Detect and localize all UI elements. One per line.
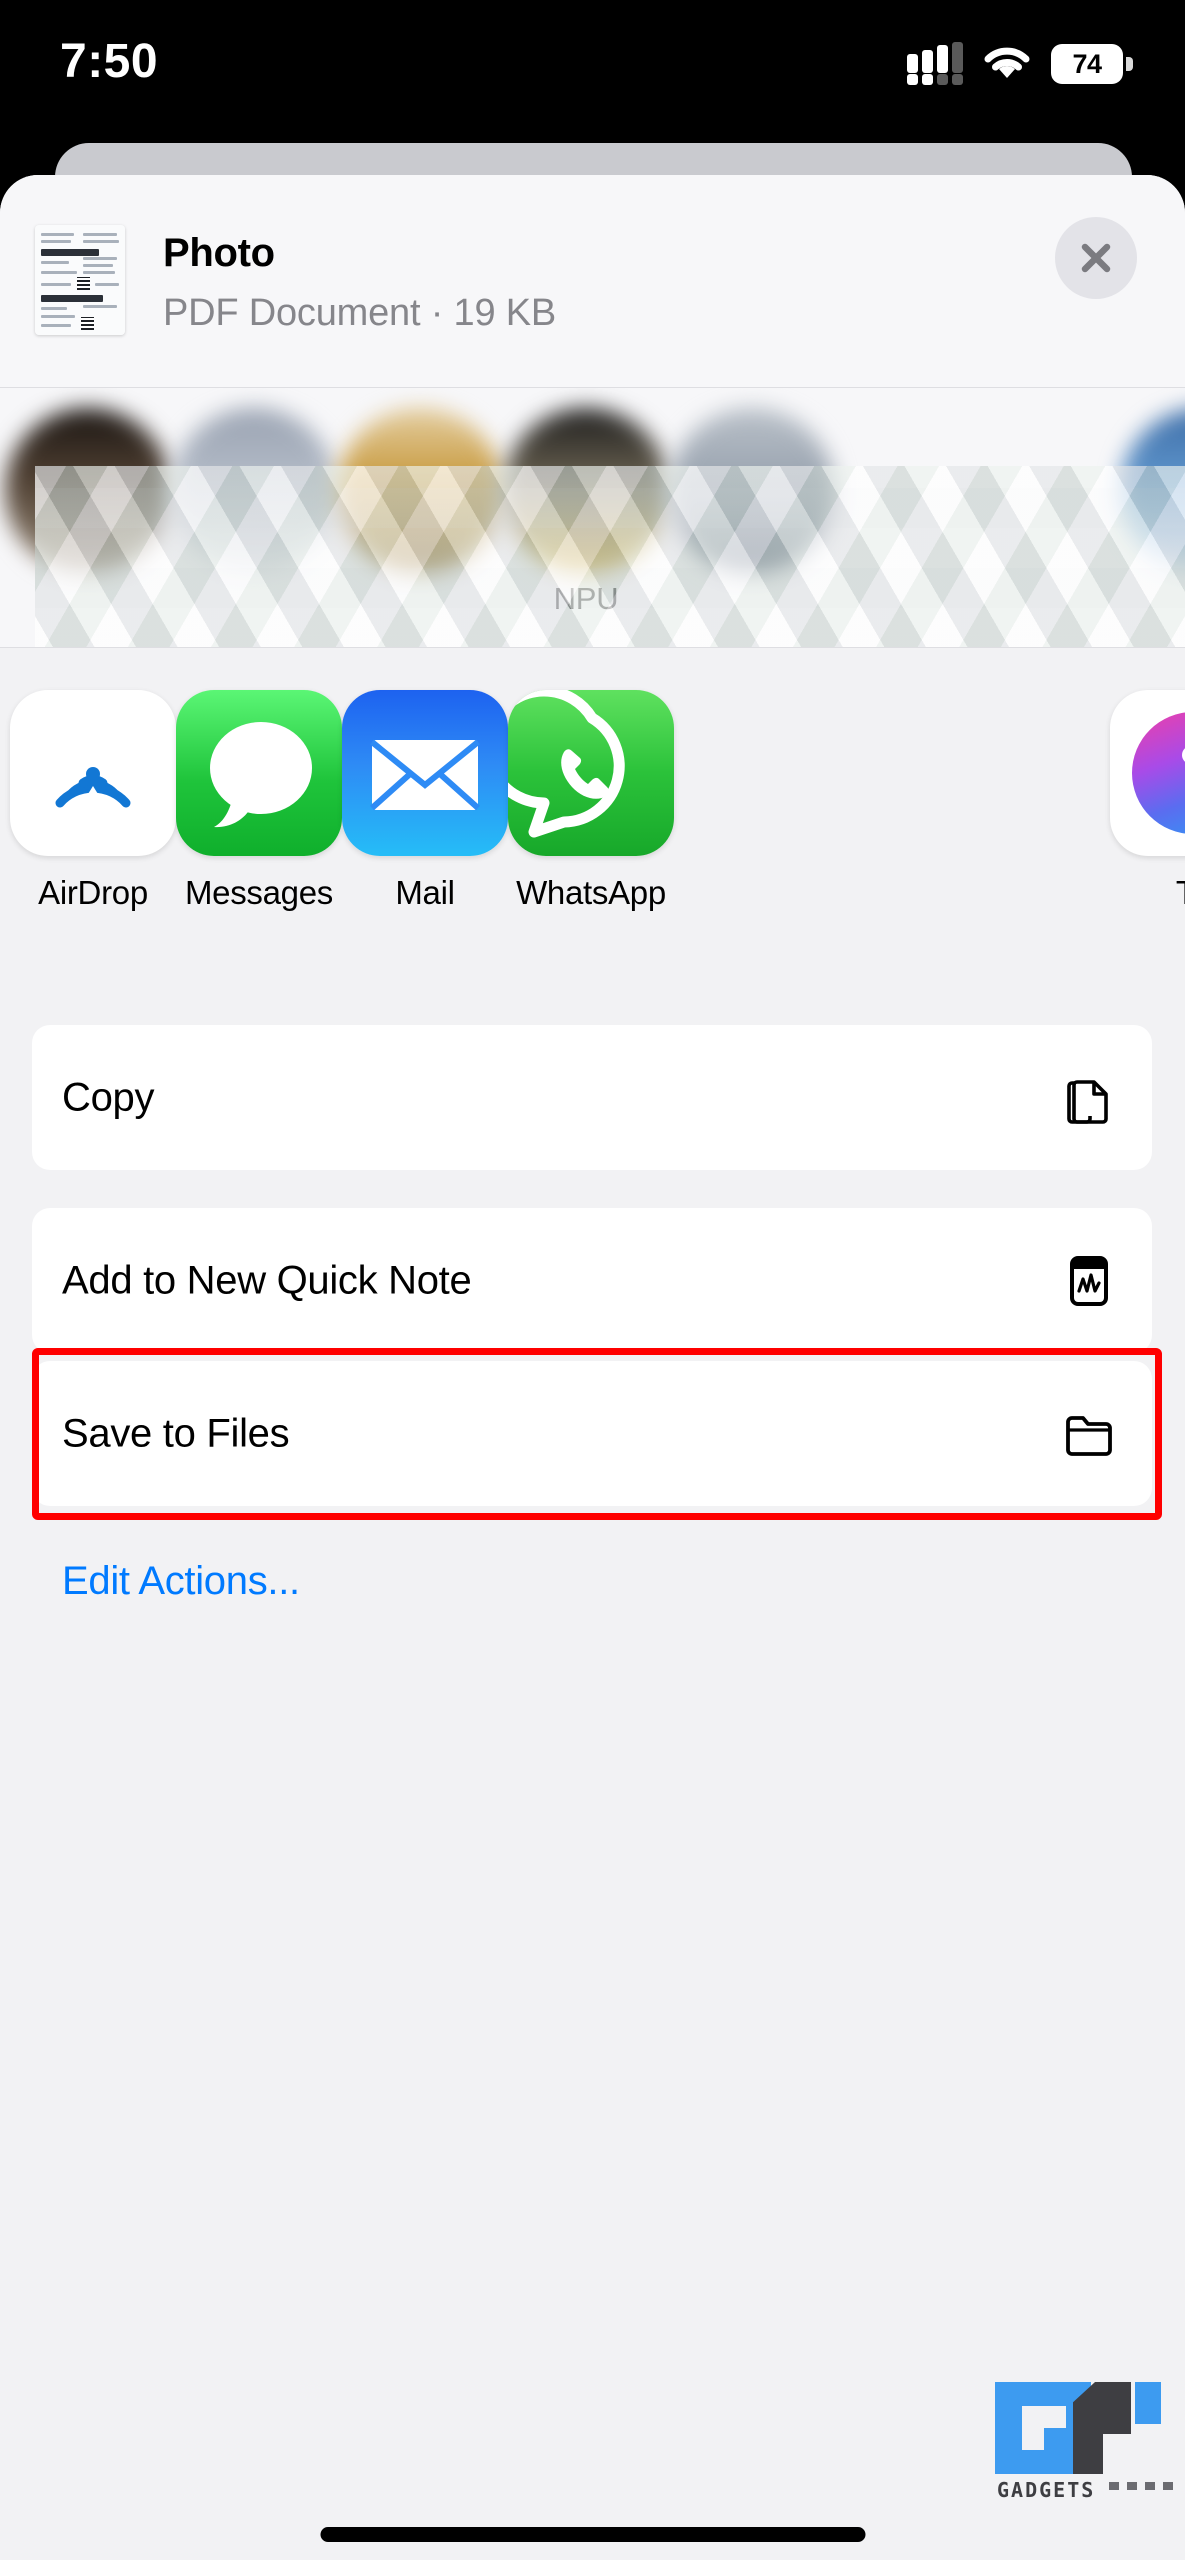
mail-icon (342, 690, 508, 856)
share-target-messages[interactable]: Messages (166, 690, 352, 912)
share-target-whatsapp[interactable]: WhatsApp (498, 690, 684, 912)
share-target-label: AirDrop (38, 874, 148, 911)
share-action-list: Copy Add to New Quick Note Save to Files… (0, 1008, 1185, 1828)
share-target-mail[interactable]: Mail (332, 690, 518, 912)
airdrop-icon (10, 690, 176, 856)
status-bar-indicators: 74 (907, 42, 1133, 86)
document-subtitle: PDF Document · 19 KB (163, 292, 557, 334)
action-row-quick-note[interactable]: Add to New Quick Note (32, 1208, 1152, 1353)
edit-actions-link[interactable]: Edit Actions... (62, 1559, 300, 1604)
close-button[interactable] (1055, 217, 1137, 299)
home-indicator (320, 2527, 865, 2542)
avatar (5, 408, 171, 574)
close-icon (1074, 236, 1118, 280)
contact-name (5, 580, 171, 618)
avatar (669, 408, 835, 574)
action-label: Save to Files (62, 1411, 290, 1455)
share-target-label: Messages (184, 874, 333, 911)
battery-percentage: 74 (1072, 48, 1102, 79)
avatar (1120, 408, 1185, 574)
watermark-text: GADGETS (997, 2478, 1096, 2502)
action-label: Add to New Quick Note (62, 1258, 472, 1302)
document-thumbnail (35, 225, 125, 335)
contact-suggestion-partial[interactable] (1120, 408, 1185, 574)
contact-suggestion[interactable] (5, 408, 171, 618)
share-target-airdrop[interactable]: AirDrop (0, 690, 186, 912)
battery-indicator: 74 (1051, 44, 1133, 84)
action-label: Copy (62, 1075, 155, 1119)
share-target-teams[interactable]: Te (1100, 690, 1185, 912)
copy-icon (1058, 1067, 1120, 1129)
contact-suggestion[interactable] (337, 408, 503, 618)
cellular-signal-icon (907, 42, 963, 86)
contact-suggestion[interactable] (669, 408, 835, 618)
contact-name: NPU (553, 581, 619, 616)
avatar (337, 408, 503, 574)
share-sheet-header: Photo PDF Document · 19 KB (0, 175, 1185, 388)
folder-icon (1058, 1403, 1120, 1465)
share-sheet: Photo PDF Document · 19 KB NPU AirDrop M… (0, 175, 1185, 2560)
quick-note-icon (1058, 1250, 1120, 1312)
action-row-save-to-files[interactable]: Save to Files (32, 1361, 1152, 1506)
contact-suggestion[interactable] (171, 408, 337, 618)
contact-name (337, 580, 503, 618)
action-row-copy[interactable]: Copy (32, 1025, 1152, 1170)
battery-nub (1126, 57, 1133, 71)
avatar (171, 408, 337, 574)
status-bar: 7:50 74 (0, 0, 1185, 130)
share-target-label: WhatsApp (516, 874, 666, 911)
contact-suggestion-npu[interactable]: NPU (503, 408, 669, 618)
share-target-label: Te (1100, 874, 1185, 912)
phone-screen: 7:50 74 Photo PDF Document · 19 KB NPU A… (0, 0, 1185, 2560)
messages-icon (176, 690, 342, 856)
document-title: Photo (163, 231, 275, 275)
avatar (503, 408, 669, 574)
contact-suggestions-row[interactable]: NPU (0, 388, 1185, 648)
contact-name (669, 580, 835, 618)
teams-icon (1110, 690, 1185, 856)
whatsapp-icon (508, 690, 674, 856)
share-target-label: Mail (395, 874, 455, 911)
watermark-logo: GADGETS (985, 2382, 1185, 2502)
contact-name (171, 580, 337, 618)
share-app-row[interactable]: AirDrop Messages Mail WhatsApp (0, 648, 1185, 1008)
wifi-icon (981, 44, 1033, 84)
status-bar-time: 7:50 (60, 35, 159, 88)
